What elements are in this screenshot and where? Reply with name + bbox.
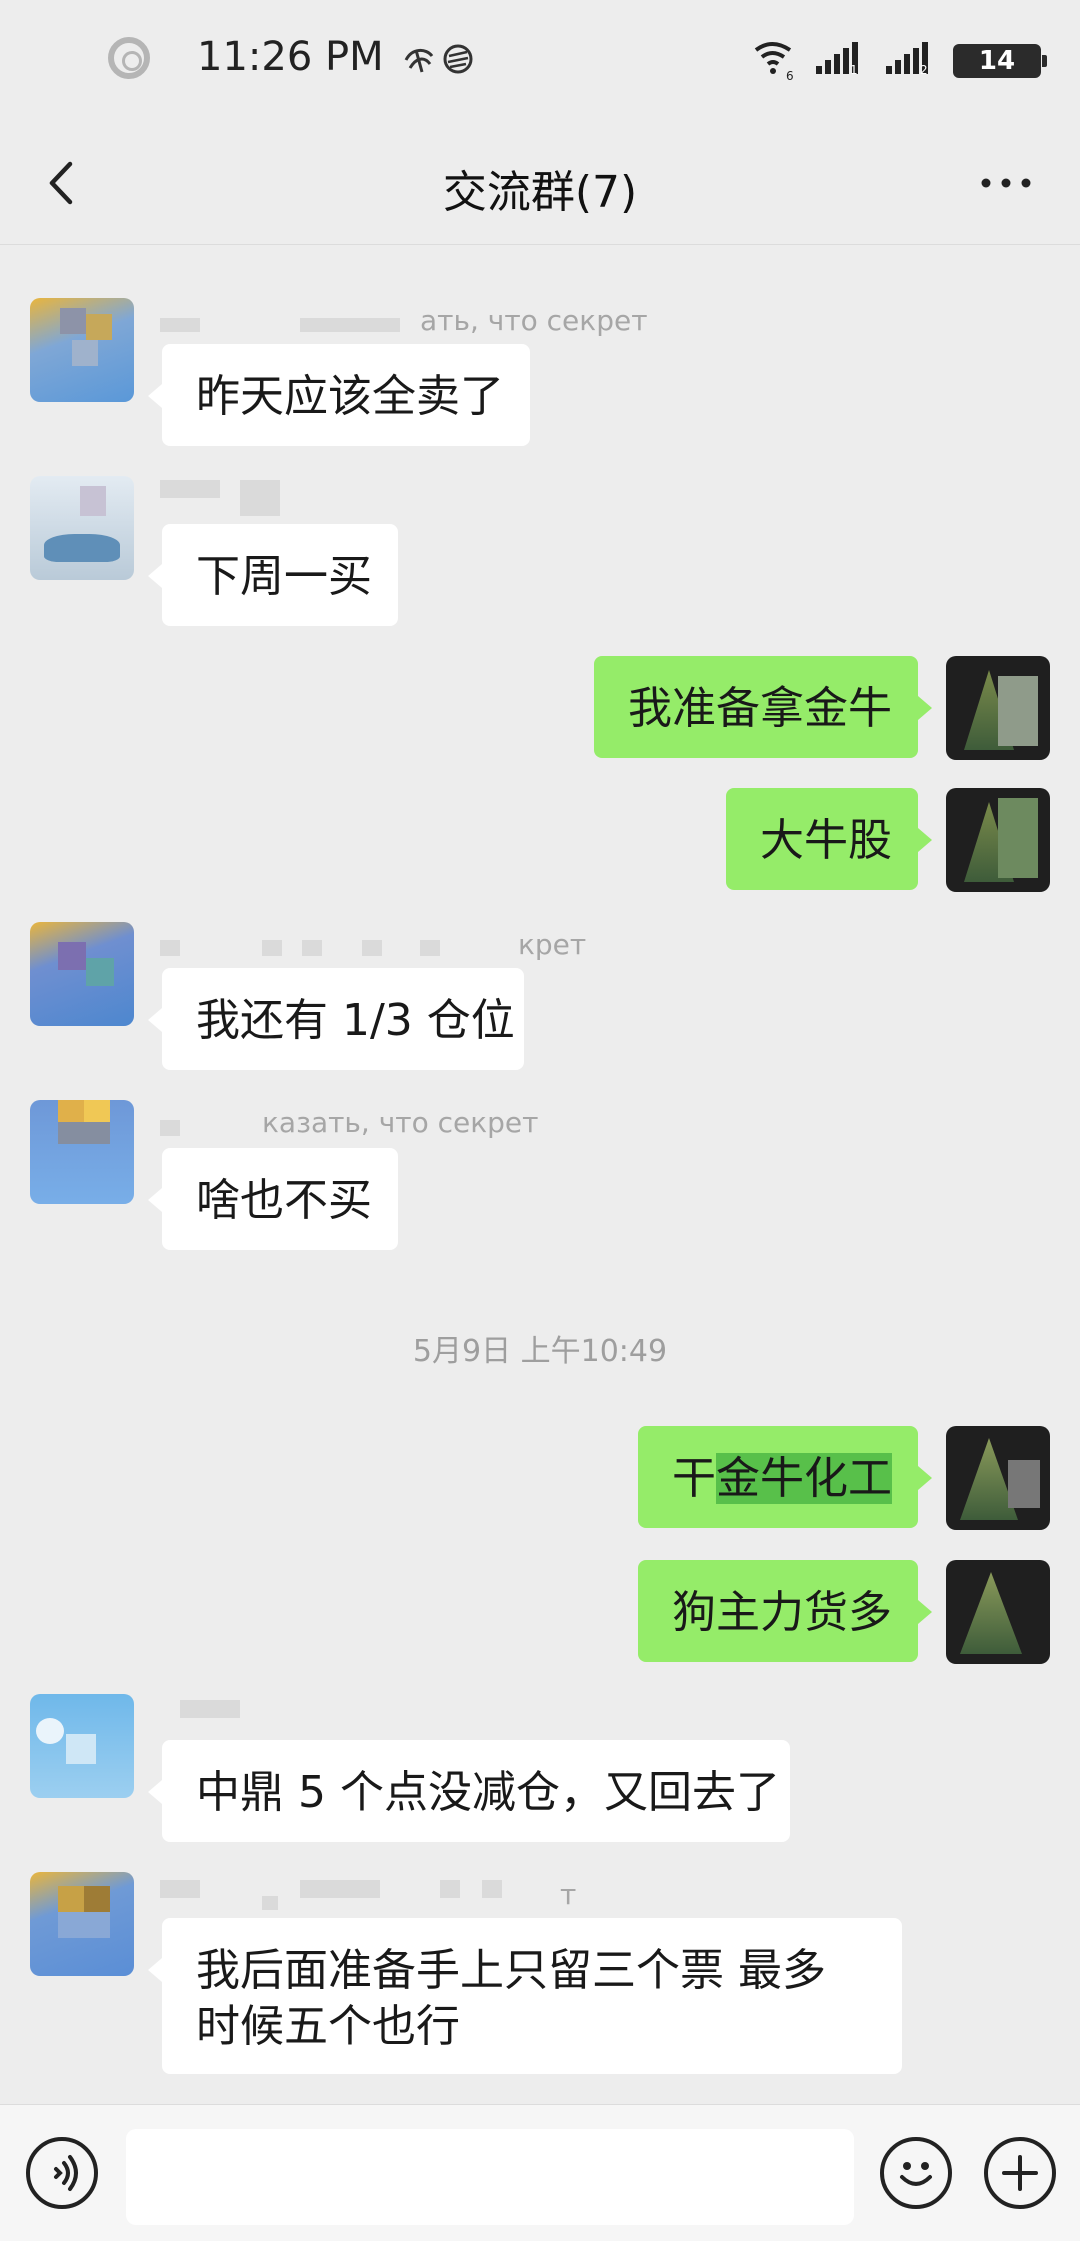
message-text-selected: 金牛化工 [716, 1453, 892, 1504]
name-redaction [180, 1700, 240, 1718]
message-bubble[interactable]: 我还有 1/3 仓位 [148, 968, 524, 1070]
message-text: 下周一买 [196, 551, 372, 602]
avatar[interactable] [30, 476, 134, 580]
status-time: 11:26 PM [197, 34, 384, 80]
message-text: 大牛股 [760, 815, 892, 866]
chat-title: 交流群(7) [442, 167, 638, 218]
wifi-icon: 6 [754, 42, 794, 82]
name-redaction [300, 318, 400, 332]
voice-icon [54, 2155, 78, 2191]
carrier-mobile-icon [443, 44, 473, 74]
message-text-plain: 干 [672, 1453, 716, 1504]
message-text: 昨天应该全卖了 [196, 371, 504, 422]
name-redaction [302, 940, 322, 956]
record-indicator-icon [108, 37, 150, 79]
name-redaction [440, 1880, 460, 1898]
message-bubble[interactable]: 我后面准备手上只留三个票 最多时候五个也行 [148, 1918, 902, 2074]
emoji-button[interactable] [880, 2137, 952, 2209]
message-text: 啥也不买 [196, 1175, 372, 1226]
avatar[interactable] [30, 1872, 134, 1976]
message-bubble-self[interactable]: 狗主力货多 [638, 1560, 932, 1662]
signal-sim1-icon: 1 [816, 42, 858, 77]
battery-indicator: 14 [953, 44, 1047, 78]
svg-text:1: 1 [850, 63, 858, 77]
message-text: 我后面准备手上只留三个票 最多时候五个也行 [196, 1945, 826, 2052]
svg-text:2: 2 [920, 63, 928, 77]
sender-name: казать, что секрет [262, 1106, 539, 1139]
self-avatar[interactable] [946, 788, 1050, 892]
chat-input-bar [0, 2104, 1080, 2241]
name-redaction [160, 1880, 200, 1898]
name-redaction [262, 1896, 278, 1910]
avatar[interactable] [30, 298, 134, 402]
sender-name: крет [518, 928, 587, 961]
name-redaction [300, 1880, 380, 1898]
message-input[interactable] [126, 2129, 854, 2225]
message-bubble-self[interactable]: 大牛股 [726, 788, 932, 890]
message-bubble[interactable]: 下周一买 [148, 524, 398, 626]
name-redaction [482, 1880, 502, 1898]
more-functions-button[interactable] [984, 2137, 1056, 2209]
self-avatar[interactable] [946, 656, 1050, 760]
svg-text:6: 6 [786, 69, 794, 82]
message-text: 我还有 1/3 仓位 [196, 995, 515, 1046]
message-bubble-self[interactable]: 我准备拿金牛 [594, 656, 932, 758]
name-redaction [160, 318, 200, 332]
sender-name: т [560, 1878, 577, 1911]
avatar[interactable] [30, 1100, 134, 1204]
plus-icon [1002, 2155, 1038, 2191]
chat-header: 交流群(7) [0, 120, 1080, 245]
message-text: 我准备拿金牛 [628, 683, 892, 734]
name-redaction [240, 480, 280, 516]
name-redaction [160, 480, 220, 498]
signal-sim2-icon: 2 [886, 42, 928, 77]
message-bubble[interactable]: 中鼎 5 个点没减仓，又回去了 [148, 1740, 790, 1842]
avatar[interactable] [30, 922, 134, 1026]
carrier-telecom-icon [404, 49, 434, 73]
message-bubble[interactable]: 啥也不买 [148, 1148, 398, 1250]
name-redaction [420, 940, 440, 956]
name-redaction [160, 940, 180, 956]
emoji-icon [900, 2162, 932, 2186]
name-redaction [262, 940, 282, 956]
status-bar: 11:26 PM 6 1 2 14 [0, 0, 1080, 120]
message-bubble-self[interactable]: 干金牛化工 [638, 1426, 932, 1528]
self-avatar[interactable] [946, 1426, 1050, 1530]
self-avatar[interactable] [946, 1560, 1050, 1664]
avatar[interactable] [30, 1694, 134, 1798]
message-text: 中鼎 5 个点没减仓，又回去了 [196, 1767, 780, 1818]
voice-input-button[interactable] [26, 2137, 98, 2209]
message-timestamp: 5月9日 上午10:49 [412, 1334, 668, 1369]
name-redaction [362, 940, 382, 956]
name-redaction [160, 1120, 180, 1136]
message-text: 狗主力货多 [672, 1587, 892, 1638]
message-bubble[interactable]: 昨天应该全卖了 [148, 344, 530, 446]
sender-name: ать, что секрет [420, 304, 648, 337]
more-options-icon[interactable] [978, 158, 1034, 208]
